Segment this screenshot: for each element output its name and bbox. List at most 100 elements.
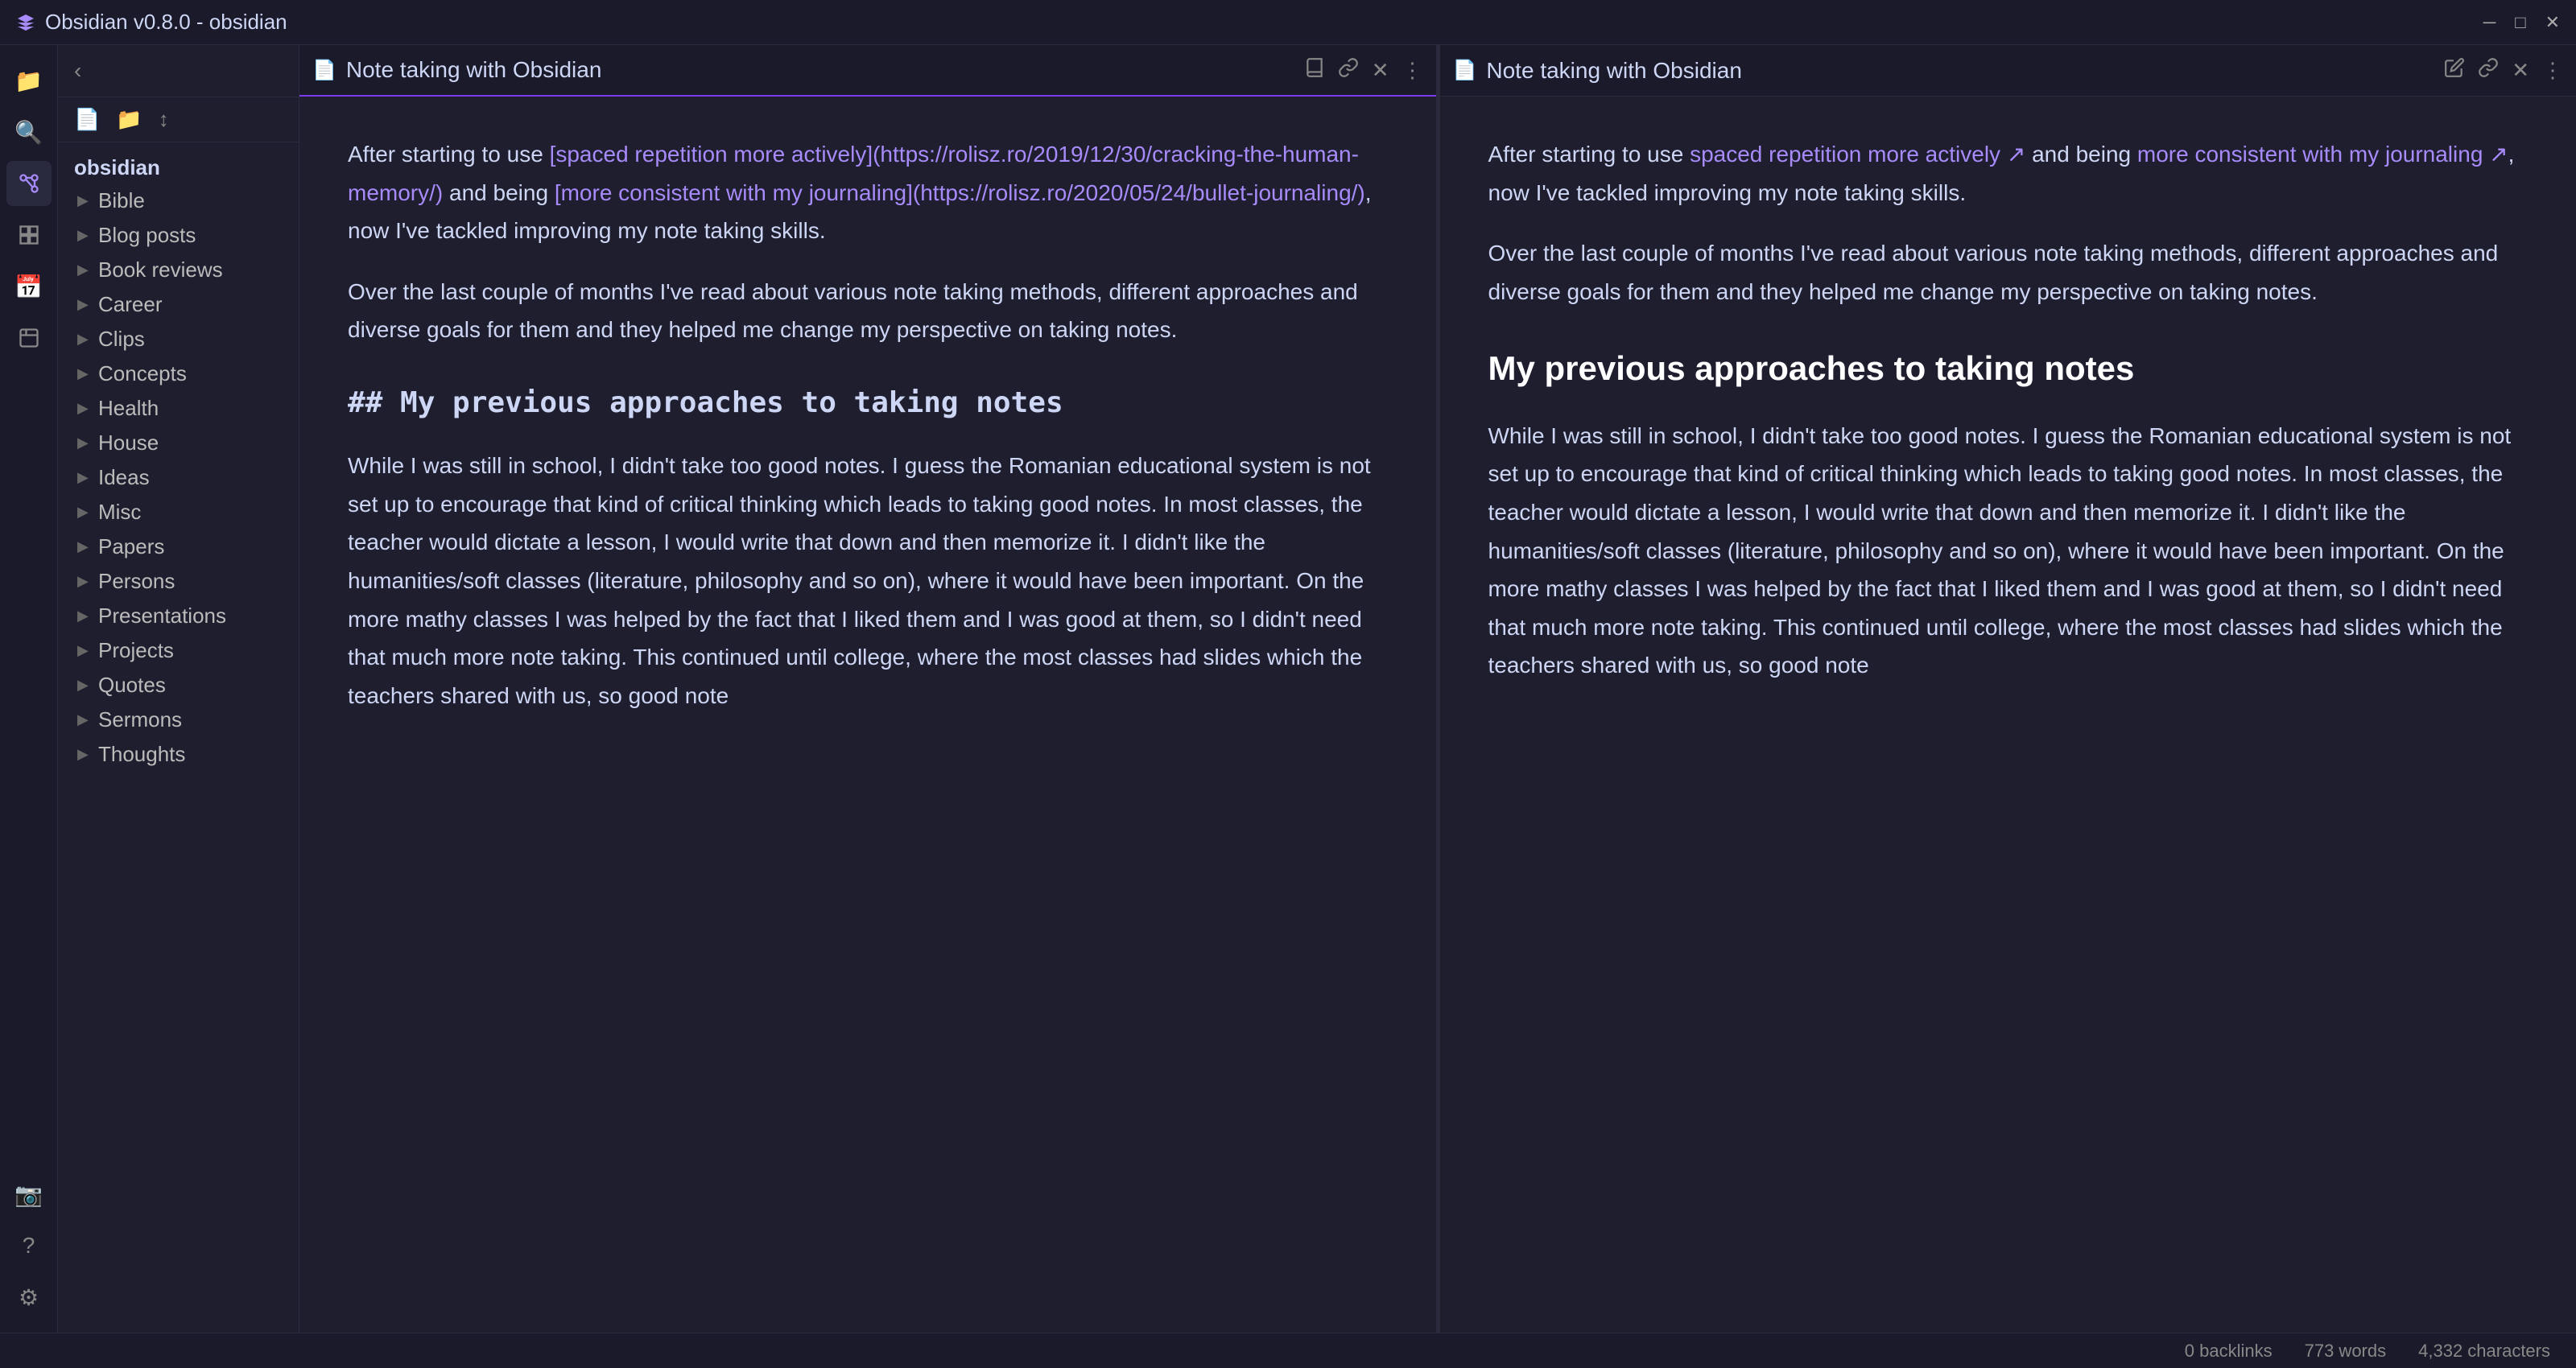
activity-graph[interactable] <box>6 161 52 206</box>
app-icon <box>16 13 35 32</box>
sidebar-item-sermons[interactable]: ▶ Sermons <box>61 703 295 737</box>
chevron-right-icon: ▶ <box>77 711 90 728</box>
activity-settings[interactable]: ⚙ <box>6 1275 52 1320</box>
chevron-right-icon: ▶ <box>77 192 90 209</box>
sidebar-item-label: Career <box>98 292 162 317</box>
left-heading1: ## My previous approaches to taking note… <box>348 378 1388 427</box>
right-editor-content[interactable]: After starting to use spaced repetition … <box>1440 97 2576 1333</box>
sidebar-item-ideas[interactable]: ▶ Ideas <box>61 460 295 495</box>
activity-template[interactable] <box>6 315 52 361</box>
right-tab-icon: 📄 <box>1453 59 1477 82</box>
sidebar-item-label: Ideas <box>98 465 150 490</box>
sidebar-item-projects[interactable]: ▶ Projects <box>61 633 295 668</box>
sidebar-item-presentations[interactable]: ▶ Presentations <box>61 599 295 633</box>
sidebar-item-label: House <box>98 431 159 455</box>
left-close-button[interactable]: ✕ <box>1372 58 1389 83</box>
titlebar-left: Obsidian v0.8.0 - obsidian <box>16 10 287 35</box>
sidebar-item-health[interactable]: ▶ Health <box>61 391 295 426</box>
sidebar-content: obsidian ▶ Bible ▶ Blog posts ▶ Book rev… <box>58 142 299 1333</box>
sidebar-header: ‹ <box>58 45 299 97</box>
right-tab-title: Note taking with Obsidian <box>1486 58 2444 84</box>
activity-calendar[interactable]: 📅 <box>6 264 52 309</box>
sidebar-item-label: Thoughts <box>98 742 185 767</box>
sidebar-item-label: Clips <box>98 327 145 352</box>
sidebar-item-clips[interactable]: ▶ Clips <box>61 322 295 356</box>
sidebar-item-bible[interactable]: ▶ Bible <box>61 183 295 218</box>
right-para2: Over the last couple of months I've read… <box>1488 234 2529 311</box>
sidebar-item-career[interactable]: ▶ Career <box>61 287 295 322</box>
sidebar-item-label: Papers <box>98 534 164 559</box>
sidebar-item-label: Projects <box>98 638 174 663</box>
sidebar-item-label: Health <box>98 396 159 421</box>
app-title: Obsidian v0.8.0 - obsidian <box>45 10 287 35</box>
maximize-button[interactable]: □ <box>2515 12 2525 33</box>
sidebar-item-label: Misc <box>98 500 141 525</box>
vault-name: obsidian <box>58 149 299 183</box>
activity-tags[interactable] <box>6 212 52 258</box>
left-editor-pane: 📄 Note taking with Obsidian ✕ <box>299 45 1437 1333</box>
reading-mode-button[interactable] <box>1304 57 1325 84</box>
sidebar-item-house[interactable]: ▶ House <box>61 426 295 460</box>
sidebar-item-persons[interactable]: ▶ Persons <box>61 564 295 599</box>
right-link-button[interactable] <box>2478 57 2499 84</box>
right-link2[interactable]: more consistent with my journaling ↗ <box>2137 142 2508 167</box>
right-more-button[interactable]: ⋮ <box>2542 58 2563 83</box>
chevron-right-icon: ▶ <box>77 227 90 244</box>
sidebar-item-papers[interactable]: ▶ Papers <box>61 529 295 564</box>
close-button[interactable]: ✕ <box>2545 12 2560 33</box>
sidebar-item-book-reviews[interactable]: ▶ Book reviews <box>61 253 295 287</box>
activity-folder[interactable]: 📁 <box>6 58 52 103</box>
activity-help[interactable]: ? <box>6 1223 52 1268</box>
sidebar-item-label: Persons <box>98 569 175 594</box>
right-para3: While I was still in school, I didn't ta… <box>1488 417 2529 685</box>
right-tab-actions: ✕ ⋮ <box>2444 57 2563 84</box>
new-note-icon[interactable]: 📄 <box>74 107 100 132</box>
sort-icon[interactable]: ↕ <box>159 107 169 132</box>
edit-button[interactable] <box>2444 57 2465 84</box>
chevron-right-icon: ▶ <box>77 573 90 590</box>
sidebar-item-thoughts[interactable]: ▶ Thoughts <box>61 737 295 772</box>
sidebar-back-icon[interactable]: ‹ <box>74 58 81 84</box>
sidebar-toolbar: 📄 📁 ↕ <box>58 97 299 142</box>
right-heading1: My previous approaches to taking notes <box>1488 340 2529 397</box>
left-tab-icon: 📄 <box>312 59 336 82</box>
left-para3: While I was still in school, I didn't ta… <box>348 447 1388 715</box>
sidebar-item-label: Sermons <box>98 707 182 732</box>
chevron-right-icon: ▶ <box>77 746 90 763</box>
right-tab-bar: 📄 Note taking with Obsidian <box>1440 45 2576 97</box>
chevron-right-icon: ▶ <box>77 331 90 348</box>
right-close-button[interactable]: ✕ <box>2512 58 2529 83</box>
chevron-right-icon: ▶ <box>77 469 90 486</box>
left-link2[interactable]: [more consistent with my journaling](htt… <box>555 180 1365 205</box>
sidebar-item-misc[interactable]: ▶ Misc <box>61 495 295 529</box>
chevron-right-icon: ▶ <box>77 435 90 451</box>
sidebar-item-label: Bible <box>98 188 145 213</box>
left-para1: After starting to use [spaced repetition… <box>348 135 1388 250</box>
sidebar: ‹ 📄 📁 ↕ obsidian ▶ Bible ▶ Blog posts ▶ … <box>58 45 299 1333</box>
backlinks-status: 0 backlinks <box>2185 1341 2273 1362</box>
sidebar-item-blog-posts[interactable]: ▶ Blog posts <box>61 218 295 253</box>
link-button[interactable] <box>1338 57 1359 84</box>
new-folder-icon[interactable]: 📁 <box>116 107 142 132</box>
left-more-button[interactable]: ⋮ <box>1402 58 1423 83</box>
right-link1[interactable]: spaced repetition more actively ↗ <box>1690 142 2025 167</box>
status-bar: 0 backlinks 773 words 4,332 characters <box>0 1333 2576 1368</box>
right-editor-pane: 📄 Note taking with Obsidian <box>1440 45 2576 1333</box>
sidebar-item-label: Quotes <box>98 673 166 698</box>
sidebar-item-label: Book reviews <box>98 258 223 282</box>
sidebar-item-label: Presentations <box>98 604 226 628</box>
sidebar-item-quotes[interactable]: ▶ Quotes <box>61 668 295 703</box>
chevron-right-icon: ▶ <box>77 538 90 555</box>
chevron-right-icon: ▶ <box>77 504 90 521</box>
minimize-button[interactable]: ─ <box>2483 12 2496 33</box>
chevron-right-icon: ▶ <box>77 365 90 382</box>
titlebar: Obsidian v0.8.0 - obsidian ─ □ ✕ <box>0 0 2576 45</box>
activity-search[interactable]: 🔍 <box>6 109 52 155</box>
words-status: 773 words <box>2305 1341 2387 1362</box>
sidebar-item-concepts[interactable]: ▶ Concepts <box>61 356 295 391</box>
titlebar-controls: ─ □ ✕ <box>2483 12 2560 33</box>
main-layout: 📁 🔍 📅 📷 ? ⚙ ‹ <box>0 45 2576 1333</box>
left-editor-content[interactable]: After starting to use [spaced repetition… <box>299 97 1436 1333</box>
activity-camera[interactable]: 📷 <box>6 1172 52 1217</box>
left-tab-bar: 📄 Note taking with Obsidian ✕ <box>299 45 1436 97</box>
